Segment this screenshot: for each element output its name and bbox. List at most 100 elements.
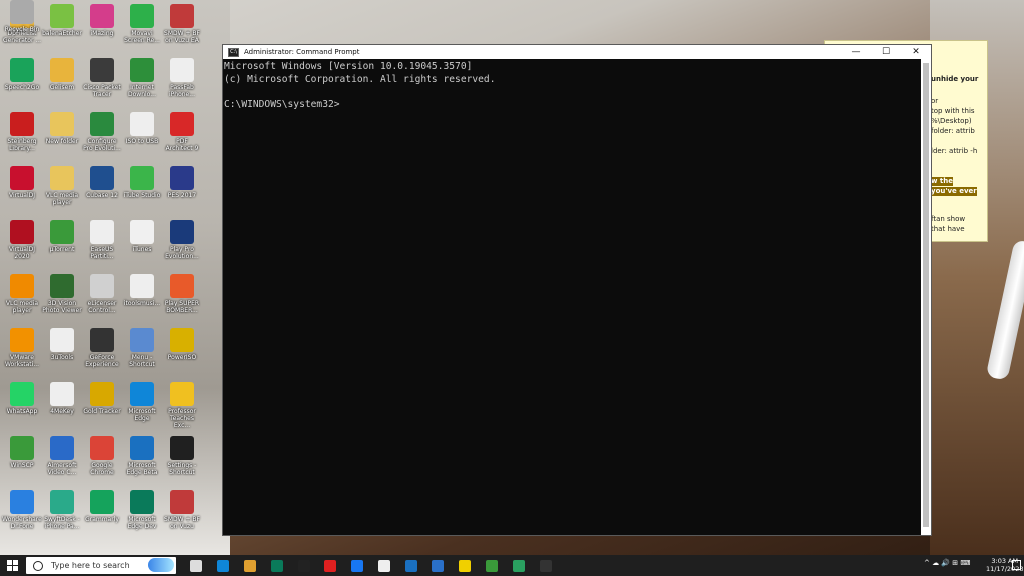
desktop-icon[interactable]: PowerISO [162,328,202,380]
desktop-icon[interactable]: itoolsmusi... [122,274,162,326]
desktop-icon[interactable]: Play SUPER BOMBER... [162,274,202,326]
sticky-notes-taskbar-icon[interactable] [453,557,477,574]
desktop-icon[interactable]: balenaEtcher [42,4,82,56]
desktop-icon-label: Configure Pro Evoluti... [83,138,121,152]
app-icon [130,274,154,298]
desktop-icon[interactable]: Internet Downlo... [122,58,162,110]
taskbar-search-box[interactable]: Type here to search [26,557,176,574]
desktop-icon[interactable]: Professor Teaches Exc... [162,382,202,434]
mail-taskbar-icon[interactable] [426,557,450,574]
desktop-icon[interactable]: Gelisem [42,58,82,110]
desktop-icon[interactable]: WhatsApp [2,382,42,434]
search-placeholder: Type here to search [51,561,130,570]
desktop-icon[interactable]: GeForce Experience [82,328,122,380]
start-button[interactable] [7,560,18,571]
command-prompt-taskbar-icon[interactable] [534,557,558,574]
desktop-icon[interactable]: eLicenser Control... [82,274,122,326]
app-icon [50,166,74,190]
desktop-icon[interactable]: Menu - Shortcut [122,328,162,380]
desktop-icon[interactable]: iMazing [82,4,122,56]
desktop-icon[interactable]: Microsoft Edge Dev [122,490,162,542]
desktop-icon-label: Play SUPER BOMBER... [164,300,200,314]
amazon-taskbar-icon[interactable] [292,557,316,574]
store-taskbar-icon[interactable] [238,557,262,574]
desktop-icon[interactable]: 4MeKey [42,382,82,434]
edge-taskbar-icon[interactable] [211,557,235,574]
desktop-icon[interactable]: PassFab iPhone... [162,58,202,110]
desktop-icon[interactable]: Movavi Screen Re... [122,4,162,56]
desktop-icon[interactable]: Recycle Bin [2,0,42,52]
desktop-icon[interactable]: SMDW + BF on Vuzu [162,490,202,542]
desktop-icon[interactable]: SwyftDesk - iPhone Pa... [42,490,82,542]
desktop-icon[interactable]: VMware Workstati... [2,328,42,380]
desktop-icon[interactable]: Play Pro Evolution... [162,220,202,272]
cmd-titlebar[interactable]: C:\ Administrator: Command Prompt — ☐ ✕ [223,45,931,59]
desktop-icon[interactable]: Settings - Shortcut [162,436,202,488]
desktop-icon[interactable]: Cubase 12 [82,166,122,218]
desktop-icon[interactable]: Microsoft Edge [122,382,162,434]
app-icon [10,274,34,298]
task-view-taskbar-icon[interactable] [184,557,208,574]
desktop-icon[interactable]: PES 2017 [162,166,202,218]
desktop-icon[interactable]: Speech2Go [2,58,42,110]
youtube-taskbar-icon[interactable] [318,557,342,574]
desktop-icon[interactable]: VLC media player [2,274,42,326]
desktop-icon[interactable]: Steinberg Library... [2,112,42,164]
desktop-icon[interactable]: 3D Vision Photo Viewer [42,274,82,326]
command-prompt-window[interactable]: C:\ Administrator: Command Prompt — ☐ ✕ … [222,44,932,536]
cmd-window-title: Administrator: Command Prompt [244,48,360,56]
desktop-icon[interactable]: µTorrent [42,220,82,272]
desktop-icon-label: PowerISO [167,354,197,361]
desktop-icon-label: 3uTools [50,354,74,361]
desktop-icon-label: WhatsApp [6,408,38,415]
bing-chat-icon[interactable] [148,558,174,572]
app-icon [90,328,114,352]
notification-center-icon[interactable] [1012,560,1021,570]
edge-beta-taskbar-icon[interactable] [399,557,423,574]
desktop-icon[interactable]: Grammarly [82,490,122,542]
desktop-icon[interactable]: PDF Architect 9 [162,112,202,164]
desktop-icon[interactable]: iTube Studio [122,166,162,218]
minimize-button[interactable]: — [841,45,871,59]
desktop-icon-label: Microsoft Edge [128,408,156,422]
maximize-button[interactable]: ☐ [871,45,901,59]
desktop-icon[interactable]: iTunes [122,220,162,272]
desktop-icon[interactable]: Cisco Packet Tracer [82,58,122,110]
desktop-icon[interactable]: Wondershare Dr.Fone [2,490,42,542]
app-icon [130,382,154,406]
desktop-icon[interactable]: Configure Pro Evoluti... [82,112,122,164]
desktop-icon[interactable]: Microsoft Edge Beta [122,436,162,488]
desktop-icon[interactable]: SMDW + BF on Vuzu EA [162,4,202,56]
facebook-taskbar-icon[interactable] [345,557,369,574]
edge-dev-taskbar-icon[interactable] [265,557,289,574]
cisco-taskbar-icon[interactable] [480,557,504,574]
desktop-icon-label: Grammarly [85,516,119,523]
app-icon [170,4,194,28]
system-tray-icons[interactable]: ^ ☁ 🔊 ⊞ ⌨ [924,559,970,567]
cmd-scrollbar-thumb[interactable] [923,63,929,527]
desktop-icon-label: Settings - Shortcut [167,462,197,476]
desktop-icon-label: itoolsmusi... [123,300,161,307]
cmd-scrollbar[interactable] [921,59,931,535]
word-viewer-taskbar-icon[interactable] [372,557,396,574]
desktop-icon[interactable]: VirtualDJ [2,166,42,218]
clipper-taskbar-icon[interactable] [507,557,531,574]
desktop-icon-label: PES 2017 [167,192,197,199]
desktop-icon[interactable]: VLC media player [42,166,82,218]
desktop-icon[interactable]: 3uTools [42,328,82,380]
desktop-icon[interactable]: Google Chrome [82,436,122,488]
app-icon [130,58,154,82]
app-icon [10,436,34,460]
desktop-icon[interactable]: Aimersoft Video C... [42,436,82,488]
desktop-icon[interactable]: New folder [42,112,82,164]
desktop-icon[interactable]: ISO to USB [122,112,162,164]
app-icon [170,328,194,352]
desktop-icon[interactable]: VirtualDJ 2020 [2,220,42,272]
close-button[interactable]: ✕ [901,45,931,59]
desktop-icon-label: Gold Tracker [83,408,121,415]
cmd-console-output[interactable]: Microsoft Windows [Version 10.0.19045.35… [223,59,921,535]
desktop-icon[interactable]: WinSCP [2,436,42,488]
desktop-icon[interactable]: EaseUS Partiti... [82,220,122,272]
desktop-icon[interactable]: Gold Tracker [82,382,122,434]
desktop-icon-label: SMDW + BF on Vuzu EA [164,30,200,44]
